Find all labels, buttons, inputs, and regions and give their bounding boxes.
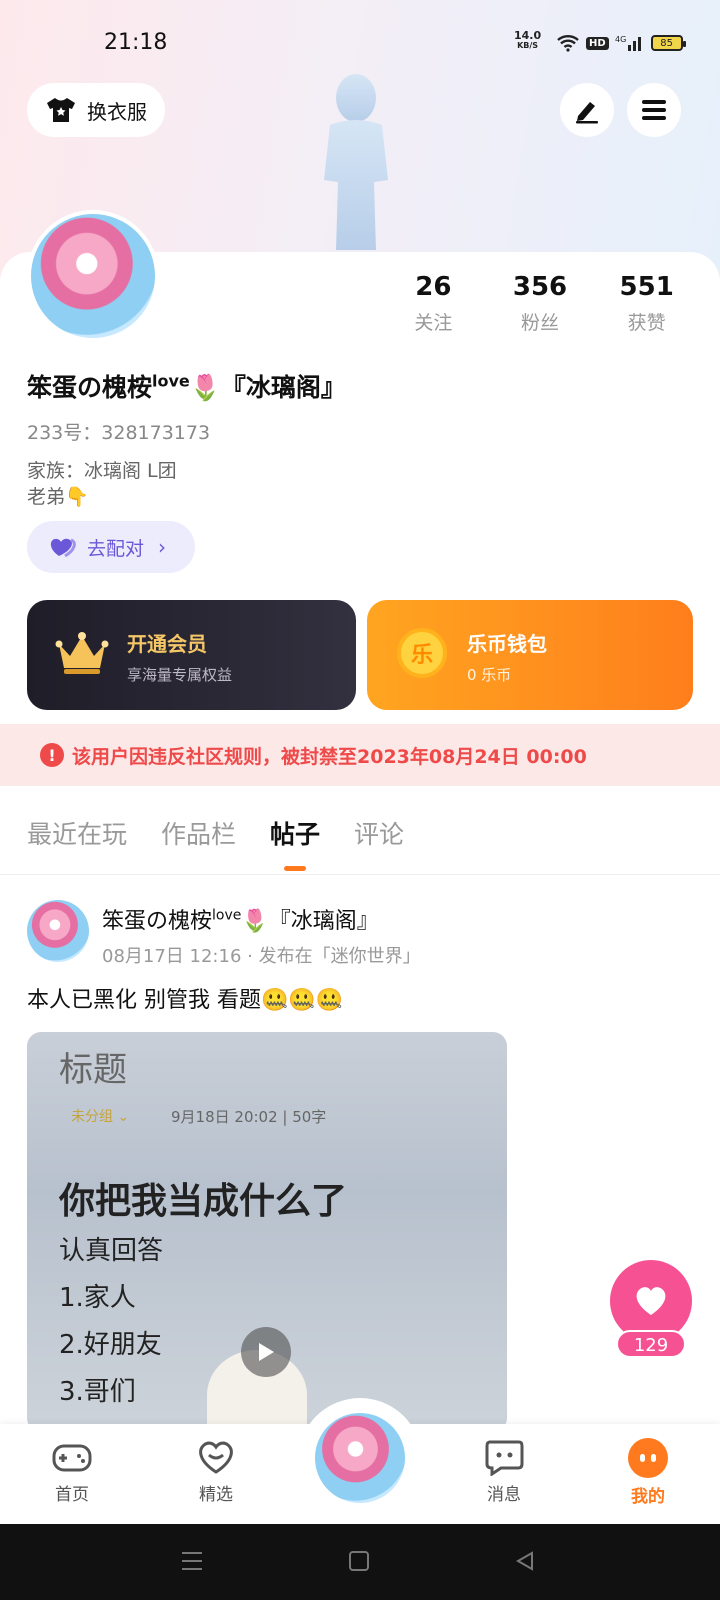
followers-stat[interactable]: 356 粉丝 (487, 272, 594, 335)
home-system-icon[interactable] (348, 1550, 370, 1572)
tab-comments[interactable]: 评论 (354, 815, 404, 851)
nav-home[interactable]: 首页 (32, 1438, 112, 1505)
profile-nickname: 笨蛋の槐桉love🌷『冰璃阁』 (27, 371, 346, 402)
menu-button[interactable] (627, 83, 681, 137)
wallet-balance: 0 乐币 (467, 666, 512, 684)
wifi-icon (557, 35, 579, 52)
image-line: 2.好朋友 (59, 1330, 162, 1360)
nav-messages[interactable]: 消息 (464, 1438, 544, 1505)
vip-title: 开通会员 (127, 632, 207, 656)
image-line: 3.哥们 (59, 1377, 136, 1407)
heart-outline-icon (199, 1441, 233, 1474)
crown-icon (55, 632, 109, 674)
play-button[interactable] (241, 1327, 291, 1377)
svg-text:4G: 4G (615, 35, 626, 44)
nav-label: 首页 (55, 1485, 89, 1505)
stat-value: 26 (415, 272, 452, 302)
like-count: 129 (616, 1330, 686, 1358)
wallet-card[interactable]: 乐 乐币钱包 0 乐币 (367, 600, 693, 710)
system-nav-bar (0, 1524, 720, 1600)
alert-icon: ! (40, 743, 64, 767)
profile-family[interactable]: 家族：冰璃阁 L团 (27, 456, 177, 483)
ban-notice: ! 该用户因违反社区规则，被封禁至2023年08月24日 00:00 (0, 724, 720, 786)
heart-pair-icon (50, 538, 76, 558)
profile-avatar[interactable] (27, 210, 159, 342)
profile-tabs: 最近在玩 作品栏 帖子 评论 (27, 815, 404, 871)
signal-icon: 4G (615, 35, 641, 51)
tab-posts[interactable]: 帖子 (270, 815, 320, 871)
vip-subtitle: 享海量专属权益 (127, 666, 233, 684)
profile-stats: 26 关注 356 粉丝 551 获赞 (380, 272, 700, 335)
likes-stat[interactable]: 551 获赞 (593, 272, 700, 335)
menu-icon (642, 100, 666, 120)
image-note-date: 9月18日 20:02 | 50字 (171, 1108, 327, 1126)
nav-me[interactable]: 我的 (608, 1438, 688, 1507)
divider (0, 874, 720, 875)
chat-icon (485, 1440, 524, 1476)
chevron-right-icon: › (158, 535, 167, 559)
image-note-title: 标题 (59, 1050, 127, 1090)
play-icon (259, 1343, 274, 1361)
stat-label: 关注 (414, 312, 453, 334)
profile-uid: 233号：328173173 (27, 422, 211, 444)
nav-label: 我的 (631, 1487, 665, 1507)
vip-card[interactable]: 开通会员 享海量专属权益 (27, 600, 356, 710)
coin-icon: 乐 (397, 628, 447, 678)
post-text: 本人已黑化 别管我 看题🤐🤐🤐 (27, 988, 344, 1013)
net-speed: 14.0 KB/S (514, 29, 542, 50)
change-outfit-label: 换衣服 (87, 99, 147, 124)
image-headline: 你把我当成什么了 (59, 1181, 348, 1222)
profile-bio: 老弟👇 (27, 486, 89, 508)
match-button[interactable]: 去配对 › (27, 521, 195, 573)
image-line: 认真回答 (59, 1236, 164, 1266)
tshirt-icon (47, 98, 75, 122)
nav-label: 消息 (487, 1485, 521, 1505)
edit-profile-button[interactable] (560, 83, 614, 137)
me-icon (628, 1438, 668, 1478)
image-line: 1.家人 (59, 1283, 136, 1313)
hd-icon: HD (586, 36, 609, 50)
post-video[interactable]: 标题 未分组 ⌄ 9月18日 20:02 | 50字 你把我当成什么了 认真回答… (27, 1032, 507, 1432)
back-system-icon[interactable] (514, 1550, 536, 1572)
change-outfit-button[interactable]: 换衣服 (27, 83, 165, 137)
heart-icon (636, 1287, 666, 1315)
following-stat[interactable]: 26 关注 (380, 272, 487, 335)
ban-notice-text: 该用户因违反社区规则，被封禁至2023年08月24日 00:00 (72, 745, 587, 768)
status-time: 21:18 (104, 30, 168, 55)
nav-featured[interactable]: 精选 (176, 1438, 256, 1505)
pen-icon (576, 102, 598, 124)
stat-label: 获赞 (627, 312, 666, 334)
stat-value: 356 (512, 272, 568, 302)
match-label: 去配对 (87, 537, 145, 560)
tab-works[interactable]: 作品栏 (161, 815, 236, 851)
battery-icon: 85 (650, 35, 686, 51)
recent-apps-icon[interactable] (180, 1550, 204, 1572)
nav-label: 精选 (199, 1485, 233, 1505)
post-meta: 08月17日 12:16 · 发布在「迷你世界」 (102, 946, 421, 967)
post-author-avatar[interactable] (27, 900, 89, 962)
image-note-tag: 未分组 ⌄ (71, 1109, 130, 1125)
tab-recent-play[interactable]: 最近在玩 (27, 815, 127, 851)
wallet-title: 乐币钱包 (467, 632, 547, 656)
avatar-figure-icon (324, 74, 388, 250)
stat-value: 551 (619, 272, 674, 302)
post-author-name[interactable]: 笨蛋の槐桉love🌷『冰璃阁』 (102, 903, 379, 935)
stat-label: 粉丝 (521, 312, 560, 334)
gamepad-icon (52, 1444, 92, 1472)
nav-center-avatar[interactable] (312, 1410, 408, 1506)
